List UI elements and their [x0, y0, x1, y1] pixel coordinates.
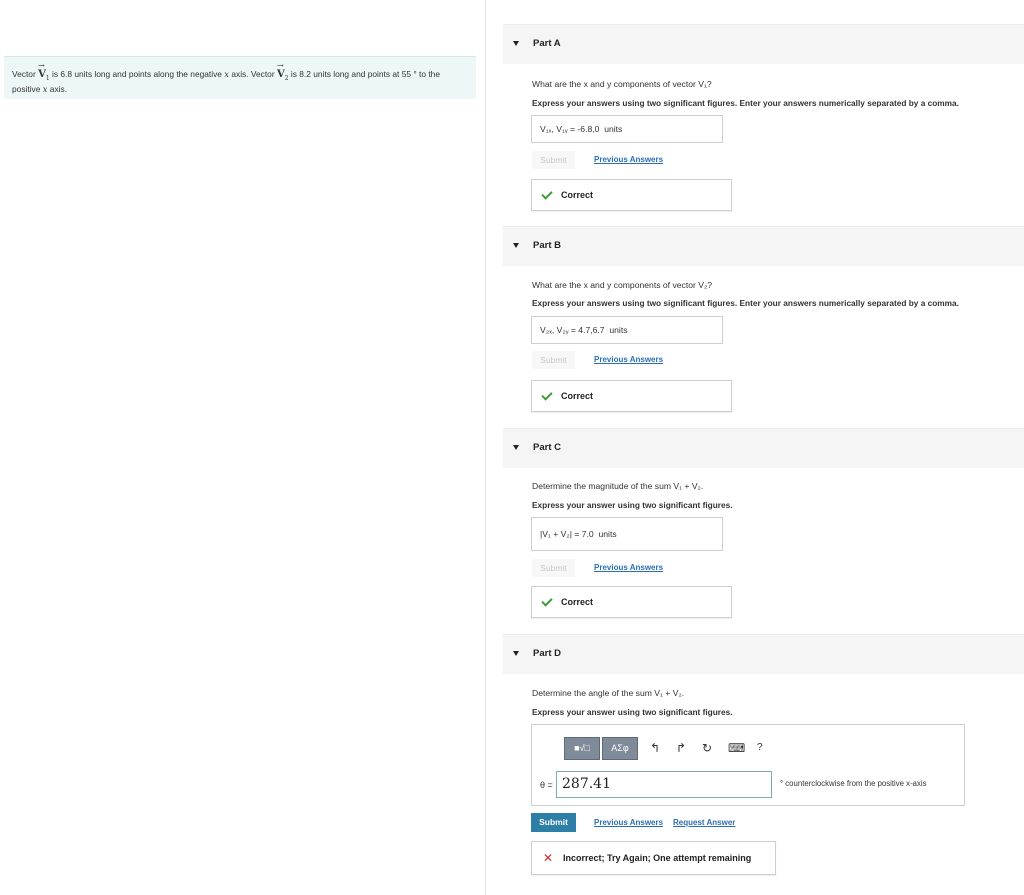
- problem-text-1: Vector: [12, 69, 39, 79]
- part-b-previous-answers-link[interactable]: Previous Answers: [594, 355, 663, 364]
- angle-unit-label: ° counterclockwise from the positive x-a…: [780, 779, 927, 788]
- part-a-header[interactable]: Part A: [503, 24, 1024, 64]
- vector-v2-symbol: V2: [277, 69, 289, 83]
- part-c-previous-answers-link[interactable]: Previous Answers: [594, 563, 663, 572]
- problem-text-5: axis.: [47, 84, 68, 94]
- part-b-label: V₂ₓ, V₂ᵧ =: [540, 325, 579, 335]
- part-a-feedback: Correct: [531, 179, 732, 211]
- part-c-answer-field[interactable]: |V₁ + V₂| = 7.0 units: [531, 517, 723, 551]
- collapse-caret-icon[interactable]: [513, 651, 519, 656]
- math-editor: ■√□ ΑΣφ ↰ ↱ ↻ ⌨ ? θ = 287.41 ° countercl…: [531, 724, 965, 806]
- part-d-previous-answers-link[interactable]: Previous Answers: [594, 818, 663, 827]
- part-c-submit-button[interactable]: Submit: [532, 559, 575, 577]
- part-d-question: Determine the angle of the sum V₁ + V₂.: [532, 688, 685, 698]
- part-b-feedback-text: Correct: [561, 391, 594, 401]
- part-c-feedback-text: Correct: [561, 597, 594, 607]
- part-c-answer: 7.0: [581, 529, 594, 539]
- keyboard-icon[interactable]: ⌨: [728, 739, 745, 757]
- collapse-caret-icon[interactable]: [513, 445, 519, 450]
- part-b-unit: units: [609, 325, 628, 335]
- reset-icon[interactable]: ↻: [702, 739, 712, 757]
- part-a-feedback-text: Correct: [561, 190, 594, 200]
- problem-text-2: is 6.8 units long and points along the n…: [49, 69, 225, 79]
- part-a-question: What are the x and y components of vecto…: [532, 79, 712, 89]
- part-d-feedback: ✕ Incorrect; Try Again; One attempt rema…: [531, 841, 776, 875]
- part-a-title: Part A: [533, 38, 561, 49]
- part-c-header[interactable]: Part C: [503, 428, 1024, 468]
- part-d-submit-button[interactable]: Submit: [531, 813, 576, 832]
- part-c-question: Determine the magnitude of the sum V₁ + …: [532, 481, 704, 491]
- part-d-title: Part D: [533, 648, 561, 659]
- angle-input[interactable]: 287.41: [556, 771, 772, 798]
- part-d-feedback-text: Incorrect; Try Again; One attempt remain…: [563, 853, 752, 863]
- redo-icon[interactable]: ↱: [676, 739, 686, 757]
- part-a-answer: -6.8,0: [577, 124, 600, 134]
- part-a-answer-field[interactable]: V₁ₓ, V₁ᵧ = -6.8,0 units: [531, 115, 723, 143]
- part-b-instructions: Express your answers using two significa…: [532, 298, 959, 308]
- part-c-title: Part C: [533, 442, 561, 453]
- check-icon: [541, 389, 553, 401]
- theta-label: θ =: [540, 780, 553, 790]
- help-icon[interactable]: ?: [757, 739, 763, 757]
- part-b-submit-button[interactable]: Submit: [532, 351, 575, 369]
- part-c-unit: units: [598, 529, 617, 539]
- part-b-title: Part B: [533, 240, 561, 251]
- close-x-icon: ✕: [543, 851, 554, 865]
- part-a-label: V₁ₓ, V₁ᵧ =: [540, 124, 578, 134]
- problem-statement: Vector V1 is 6.8 units long and points a…: [4, 56, 476, 99]
- part-a-instructions: Express your answers using two significa…: [532, 98, 959, 108]
- part-d-header[interactable]: Part D: [503, 634, 1024, 674]
- part-b-question: What are the x and y components of vecto…: [532, 280, 713, 290]
- greek-symbols-button[interactable]: ΑΣφ: [602, 737, 638, 760]
- part-b-answer-field[interactable]: V₂ₓ, V₂ᵧ = 4.7,6.7 units: [531, 316, 723, 344]
- collapse-caret-icon[interactable]: [513, 243, 519, 248]
- part-d-instructions: Express your answer using two significan…: [532, 707, 733, 717]
- vector-v1-symbol: V1: [38, 69, 50, 83]
- part-c-instructions: Express your answer using two significan…: [532, 500, 733, 510]
- part-b-header[interactable]: Part B: [503, 226, 1024, 266]
- part-b-feedback: Correct: [531, 380, 732, 412]
- part-c-label: |V₁ + V₂| =: [540, 529, 582, 539]
- templates-button[interactable]: ■√□: [564, 737, 600, 760]
- part-b-answer: 4.7,6.7: [578, 325, 605, 335]
- problem-panel: Vector V1 is 6.8 units long and points a…: [0, 0, 486, 895]
- part-a-previous-answers-link[interactable]: Previous Answers: [594, 155, 663, 164]
- undo-icon[interactable]: ↰: [650, 739, 660, 757]
- check-icon: [541, 188, 553, 200]
- part-a-submit-button[interactable]: Submit: [532, 151, 575, 169]
- check-icon: [541, 595, 553, 607]
- part-a-unit: units: [604, 124, 623, 134]
- part-c-feedback: Correct: [531, 586, 732, 618]
- collapse-caret-icon[interactable]: [513, 41, 519, 46]
- problem-text-3: axis. Vector: [229, 69, 277, 79]
- request-answer-link[interactable]: Request Answer: [673, 818, 735, 827]
- questions-panel: Part A What are the x and y components o…: [503, 0, 1024, 895]
